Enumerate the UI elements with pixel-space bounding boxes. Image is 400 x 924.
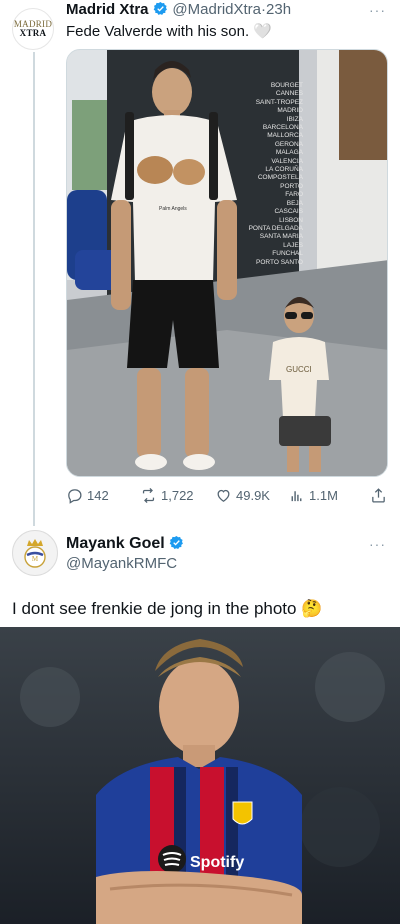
reply-action[interactable]: 142 — [66, 486, 109, 504]
thinking-face-emoji: 🤔 — [301, 599, 323, 618]
wall-city: CANNES — [275, 90, 303, 98]
more-options-icon[interactable]: ··· — [369, 536, 386, 552]
wall-city: MALAGA — [275, 149, 303, 157]
wall-city-list: BOURGET CANNES SAINT-TROPEZ MADRID IBIZA… — [203, 82, 303, 267]
share-icon — [372, 487, 385, 503]
views-count: 1.1M — [309, 487, 338, 503]
like-count: 49.9K — [236, 487, 270, 503]
author-handle[interactable]: @MayankRMFC — [66, 555, 177, 572]
white-heart-emoji: 🤍 — [253, 23, 273, 40]
timestamp[interactable]: 23h — [266, 1, 291, 18]
wall-city: BARCELONA — [262, 124, 303, 132]
wall-city: VALENCIA — [271, 157, 303, 165]
jersey-sponsor-text: Spotify — [190, 854, 244, 871]
svg-text:M: M — [32, 555, 39, 563]
man-shirt-text: Palm Angels — [159, 206, 187, 212]
wall-city: SAINT-TROPEZ — [255, 98, 303, 106]
verified-badge-icon — [153, 1, 167, 15]
real-madrid-crest-icon: M — [24, 539, 46, 568]
author-name[interactable]: Mayank Goel — [66, 535, 165, 552]
tweet2-text-body: I dont see frenkie de jong in the photo — [12, 599, 297, 618]
wall-city: LISBON — [279, 216, 303, 224]
wall-city: BEJA — [286, 199, 303, 207]
tweet1-text: Fede Valverde with his son. 🤍 — [66, 22, 272, 40]
tweet2-photo[interactable]: Spotify — [0, 627, 400, 924]
wall-city: BOURGET — [270, 82, 303, 89]
views-action[interactable]: 1.1M — [288, 486, 338, 504]
thread-connector-line — [33, 52, 35, 526]
wall-city: MALLORCA — [267, 132, 303, 140]
author-name[interactable]: Madrid Xtra — [66, 1, 149, 18]
kid-shirt-text: GUCCI — [286, 365, 312, 374]
wall-city: FARO — [285, 191, 303, 199]
more-options-icon[interactable]: ··· — [369, 2, 386, 18]
tweet2-header: Mayank Goel — [66, 535, 184, 553]
tweet1-photo[interactable]: Palm Angels GUCCI BOURGET CANNES SAINT-T… — [66, 49, 388, 477]
reply-icon — [68, 488, 82, 504]
wall-city: PONTA DELGADA — [248, 224, 303, 232]
reply-count: 142 — [87, 487, 109, 503]
heart-icon — [217, 489, 230, 502]
photo-frenkie-de-jong: Spotify — [0, 627, 400, 924]
verified-badge-icon — [169, 535, 184, 549]
tweet1-text-body: Fede Valverde with his son. — [66, 23, 250, 40]
wall-city: FUNCHAL — [272, 250, 303, 258]
share-action[interactable] — [370, 486, 387, 504]
wall-city: PORTO — [280, 182, 303, 190]
avatar-logo-text-bottom: XTRA — [19, 28, 47, 38]
retweet-icon — [142, 487, 155, 503]
tweet2-text: I dont see frenkie de jong in the photo … — [12, 599, 322, 619]
wall-city: IBIZA — [286, 115, 303, 123]
wall-city: LA CORUÑA — [265, 166, 303, 174]
wall-city: COMPOSTELA — [257, 174, 303, 182]
author-handle[interactable]: @MadridXtra — [172, 1, 261, 18]
like-action[interactable]: 49.9K — [215, 486, 270, 504]
wall-city: MADRID — [277, 107, 303, 115]
wall-city: SANTA MARIA — [259, 233, 303, 241]
wall-city: LAJES — [283, 241, 303, 249]
retweet-action[interactable]: 1,722 — [140, 486, 194, 504]
views-bar-chart-icon — [291, 490, 302, 501]
wall-city: GERONA — [274, 140, 303, 148]
tweet1-header: Madrid Xtra @MadridXtra·23h — [66, 1, 291, 21]
avatar-madrid-xtra[interactable]: MADRID XTRA — [12, 8, 54, 50]
avatar-mayank-goel[interactable]: M — [12, 530, 58, 576]
wall-city: PORTO SANTO — [256, 258, 303, 266]
wall-city: CASCAIS — [274, 208, 303, 216]
retweet-count: 1,722 — [161, 487, 194, 503]
